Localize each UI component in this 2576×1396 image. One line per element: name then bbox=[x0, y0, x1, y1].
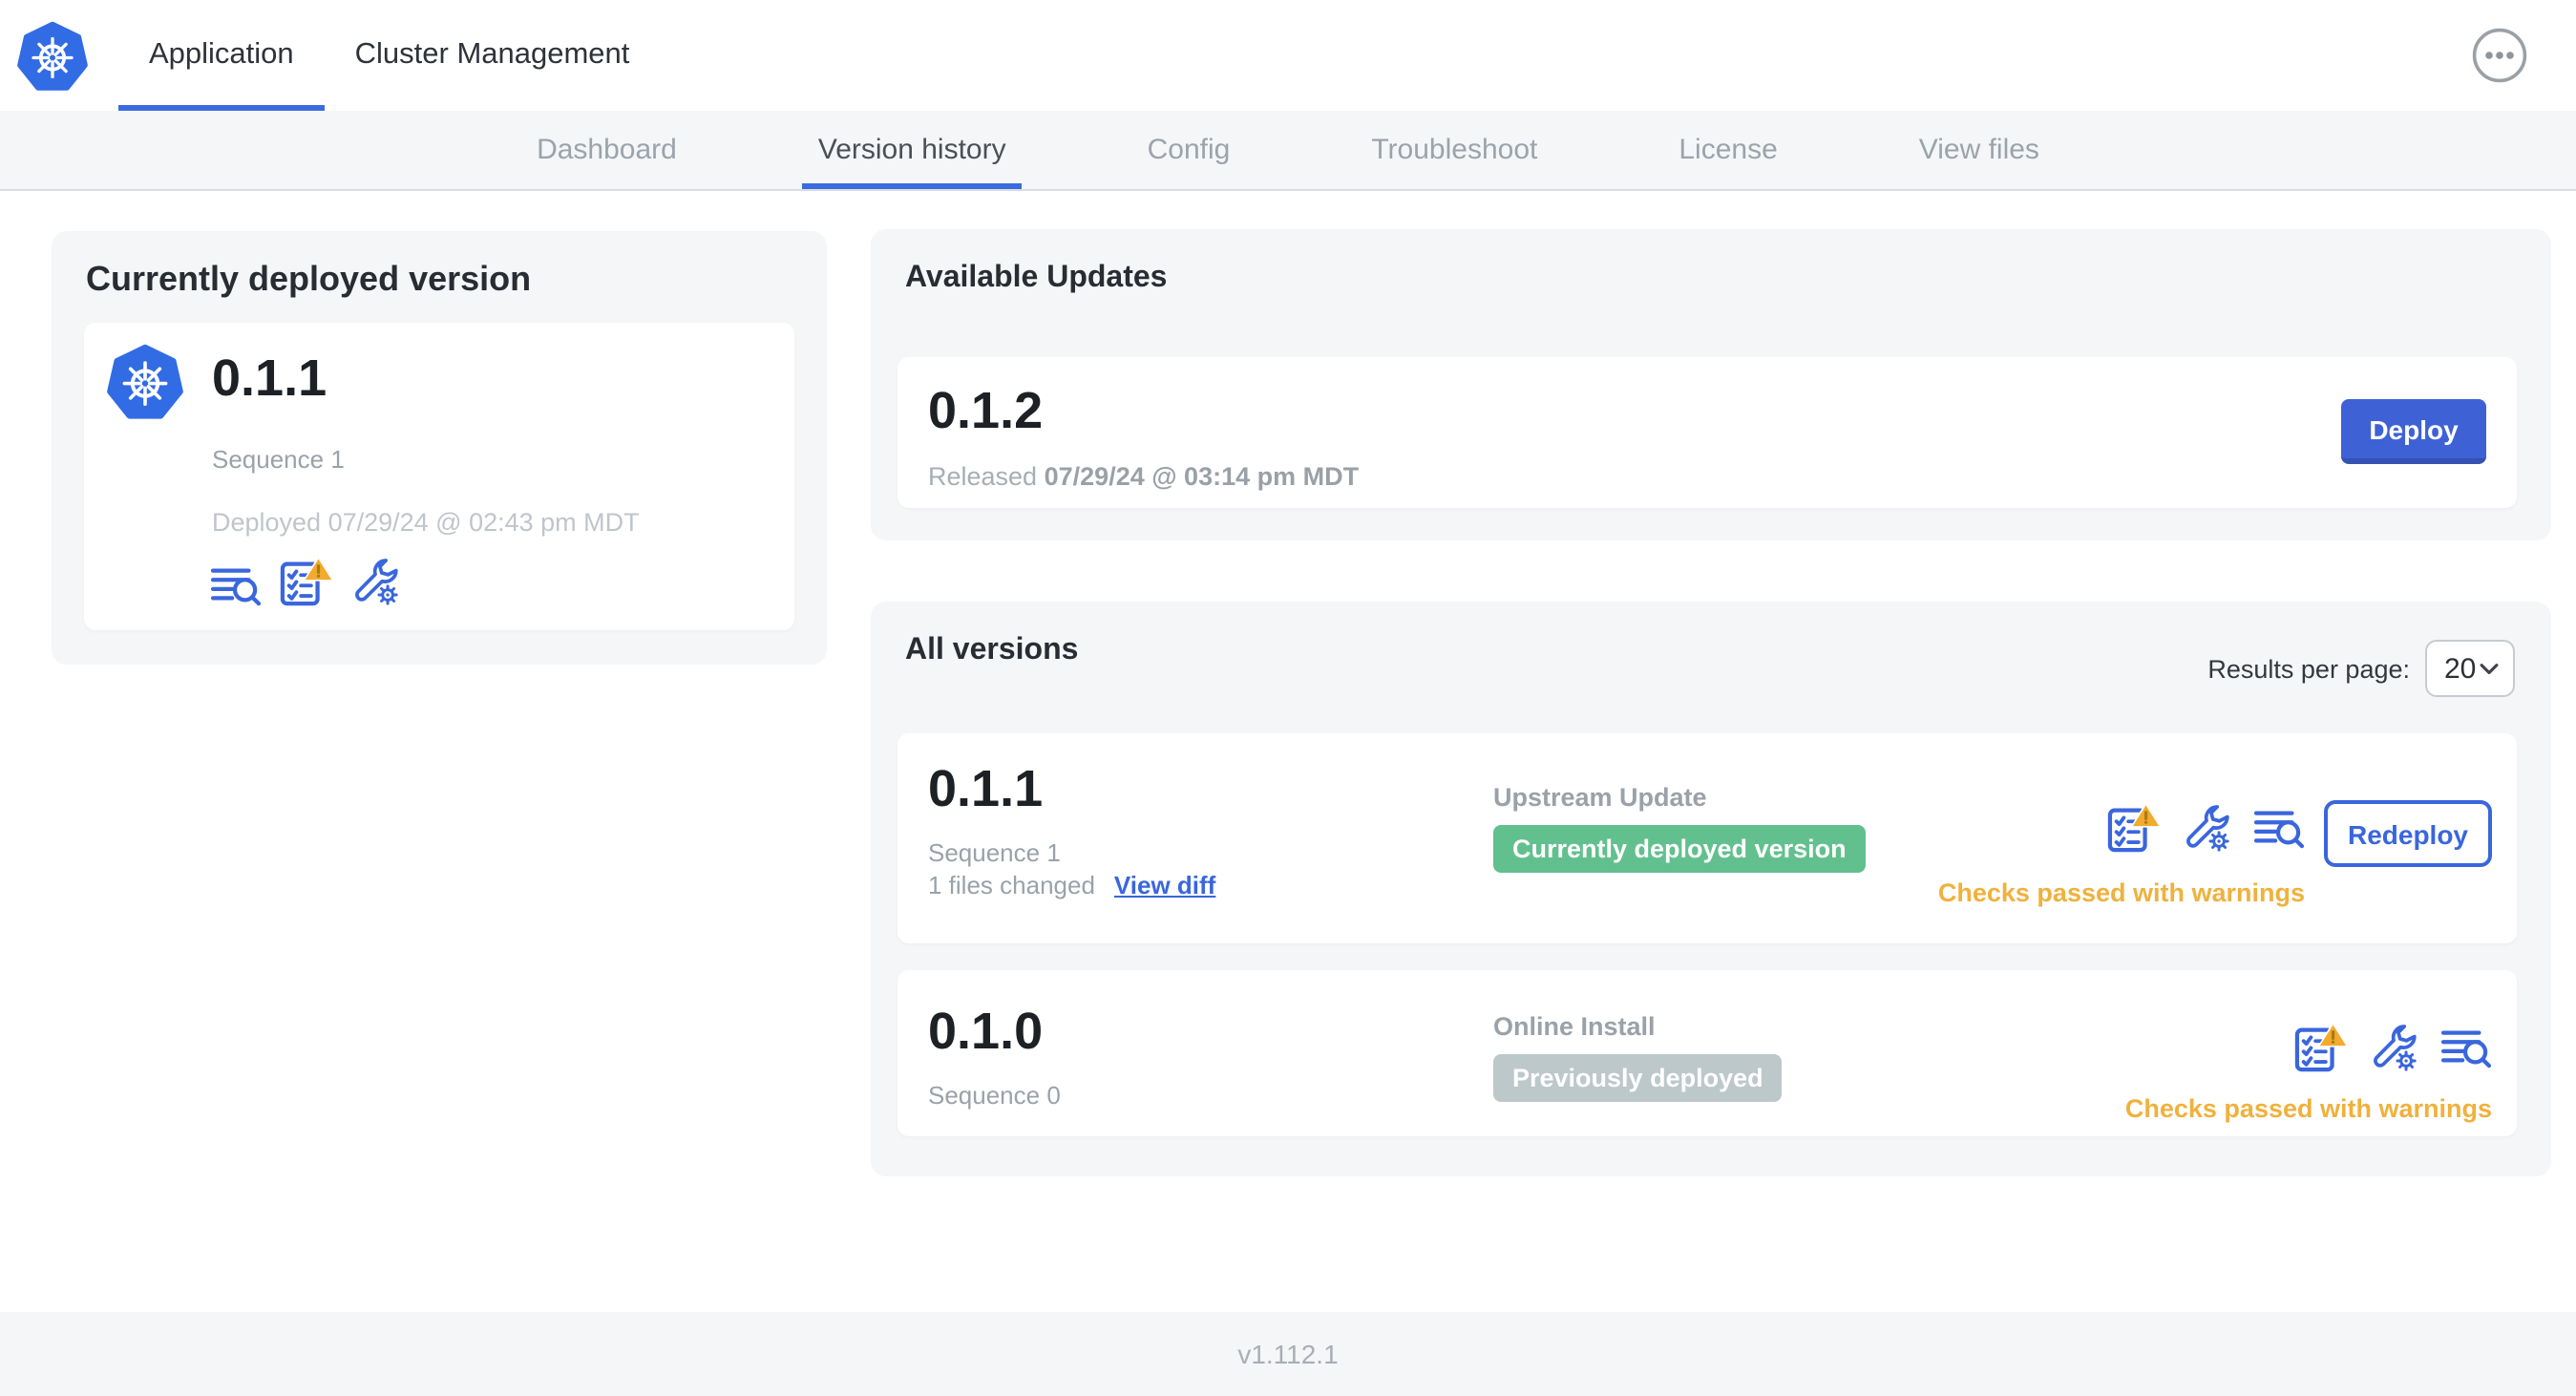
main-content: Currently deployed version 0.1.1 Sequenc… bbox=[0, 191, 2576, 1312]
current-version-sequence: Sequence 1 bbox=[212, 445, 345, 474]
wrench-gear-icon bbox=[2183, 803, 2232, 853]
results-per-page-select[interactable]: 20 bbox=[2425, 640, 2515, 697]
console-version: v1.112.1 bbox=[1237, 1339, 1339, 1369]
subnav-item-version-history[interactable]: Version history bbox=[802, 111, 1023, 189]
tab-cluster-management-label: Cluster Management bbox=[354, 38, 630, 71]
current-version-number: 0.1.1 bbox=[212, 349, 327, 407]
top-tabs: Application Cluster Management bbox=[118, 0, 660, 111]
version-row-0-1-0: 0.1.0 Sequence 0 Online Install Previous… bbox=[897, 970, 2517, 1136]
available-updates-card: Available Updates 0.1.2 Released 07/29/2… bbox=[871, 229, 2551, 540]
row-version-number: 0.1.1 bbox=[928, 760, 1044, 817]
config-button[interactable] bbox=[2183, 803, 2232, 853]
currently-deployed-card: Currently deployed version 0.1.1 Sequenc… bbox=[52, 231, 827, 665]
config-button[interactable] bbox=[351, 558, 401, 607]
diff-lines-magnifier-icon bbox=[2253, 806, 2305, 850]
current-version-deployed-date: Deployed 07/29/24 @ 02:43 pm MDT bbox=[212, 508, 640, 537]
preflight-checks-button[interactable] bbox=[2106, 802, 2162, 854]
row-sequence: Sequence 1 bbox=[928, 838, 1061, 867]
released-datetime: 07/29/24 @ 03:14 pm MDT bbox=[1044, 462, 1360, 491]
tab-application-label: Application bbox=[149, 38, 294, 71]
results-per-page: Results per page: 20 bbox=[2207, 640, 2515, 697]
diff-logs-button[interactable] bbox=[2440, 1026, 2492, 1069]
checks-status-link[interactable]: Checks passed with warnings bbox=[1938, 878, 2305, 907]
tab-cluster-management[interactable]: Cluster Management bbox=[325, 0, 661, 111]
subnav-item-dashboard[interactable]: Dashboard bbox=[525, 111, 688, 189]
view-diff-link[interactable]: View diff bbox=[1114, 871, 1215, 899]
more-menu-button[interactable] bbox=[2471, 27, 2528, 84]
deploy-button[interactable]: Deploy bbox=[2341, 399, 2486, 464]
diff-logs-button[interactable] bbox=[210, 563, 262, 607]
checks-status-link[interactable]: Checks passed with warnings bbox=[2125, 1094, 2492, 1123]
results-per-page-value: 20 bbox=[2444, 652, 2477, 685]
ellipsis-icon bbox=[2471, 27, 2528, 84]
diff-lines-magnifier-icon bbox=[210, 563, 262, 607]
diff-logs-button[interactable] bbox=[2253, 806, 2305, 850]
status-badge-previously-deployed: Previously deployed bbox=[1493, 1054, 1783, 1102]
row-source: Upstream Update bbox=[1493, 783, 1707, 812]
subnav-item-view-files[interactable]: View files bbox=[1908, 111, 2051, 189]
available-updates-title: Available Updates bbox=[905, 262, 1168, 294]
currently-deployed-title: Currently deployed version bbox=[86, 260, 532, 298]
row-version-number: 0.1.0 bbox=[928, 1003, 1044, 1060]
checklist-warning-icon bbox=[279, 556, 334, 607]
current-version-actions bbox=[210, 556, 401, 607]
preflight-checks-button[interactable] bbox=[279, 556, 334, 607]
subnav-item-license[interactable]: License bbox=[1667, 111, 1788, 189]
files-changed-label: 1 files changed bbox=[928, 871, 1095, 899]
wrench-gear-icon bbox=[351, 558, 401, 607]
version-row-0-1-1: 0.1.1 Sequence 1 1 files changed View di… bbox=[897, 733, 2517, 943]
released-label: Released bbox=[928, 462, 1038, 491]
preflight-checks-button[interactable] bbox=[2293, 1022, 2349, 1073]
row-files-changed: 1 files changed View diff bbox=[928, 871, 1215, 899]
checklist-warning-icon bbox=[2106, 802, 2162, 854]
checklist-warning-icon bbox=[2293, 1022, 2349, 1073]
results-per-page-label: Results per page: bbox=[2207, 654, 2410, 683]
subnav-item-troubleshoot[interactable]: Troubleshoot bbox=[1360, 111, 1549, 189]
footer: v1.112.1 bbox=[0, 1312, 2576, 1396]
update-released-date: Released 07/29/24 @ 03:14 pm MDT bbox=[928, 462, 1359, 491]
status-badge-currently-deployed: Currently deployed version bbox=[1493, 825, 1866, 873]
update-version-number: 0.1.2 bbox=[928, 382, 1044, 439]
kubernetes-logo-icon bbox=[17, 20, 88, 91]
wrench-gear-icon bbox=[2370, 1023, 2419, 1072]
config-button[interactable] bbox=[2370, 1023, 2419, 1072]
top-bar: Application Cluster Management bbox=[0, 0, 2576, 111]
row-action-icons bbox=[2106, 802, 2305, 854]
app-subnav: Dashboard Version history Config Trouble… bbox=[0, 111, 2576, 191]
row-action-icons bbox=[2293, 1022, 2492, 1073]
row-source: Online Install bbox=[1493, 1012, 1656, 1041]
subnav-item-config[interactable]: Config bbox=[1136, 111, 1242, 189]
kubernetes-app-icon bbox=[107, 344, 183, 420]
redeploy-button[interactable]: Redeploy bbox=[2324, 800, 2492, 867]
row-sequence: Sequence 0 bbox=[928, 1081, 1061, 1110]
chevron-down-icon bbox=[2479, 662, 2500, 675]
all-versions-card: All versions Results per page: 20 0.1.1 … bbox=[871, 602, 2551, 1176]
currently-deployed-version-panel: 0.1.1 Sequence 1 Deployed 07/29/24 @ 02:… bbox=[84, 323, 794, 630]
tab-application[interactable]: Application bbox=[118, 0, 325, 111]
available-update-row: 0.1.2 Released 07/29/24 @ 03:14 pm MDT D… bbox=[897, 357, 2517, 508]
app-root: Application Cluster Management Dashboard… bbox=[0, 0, 2576, 1396]
diff-lines-magnifier-icon bbox=[2440, 1026, 2492, 1069]
all-versions-title: All versions bbox=[905, 634, 1079, 666]
